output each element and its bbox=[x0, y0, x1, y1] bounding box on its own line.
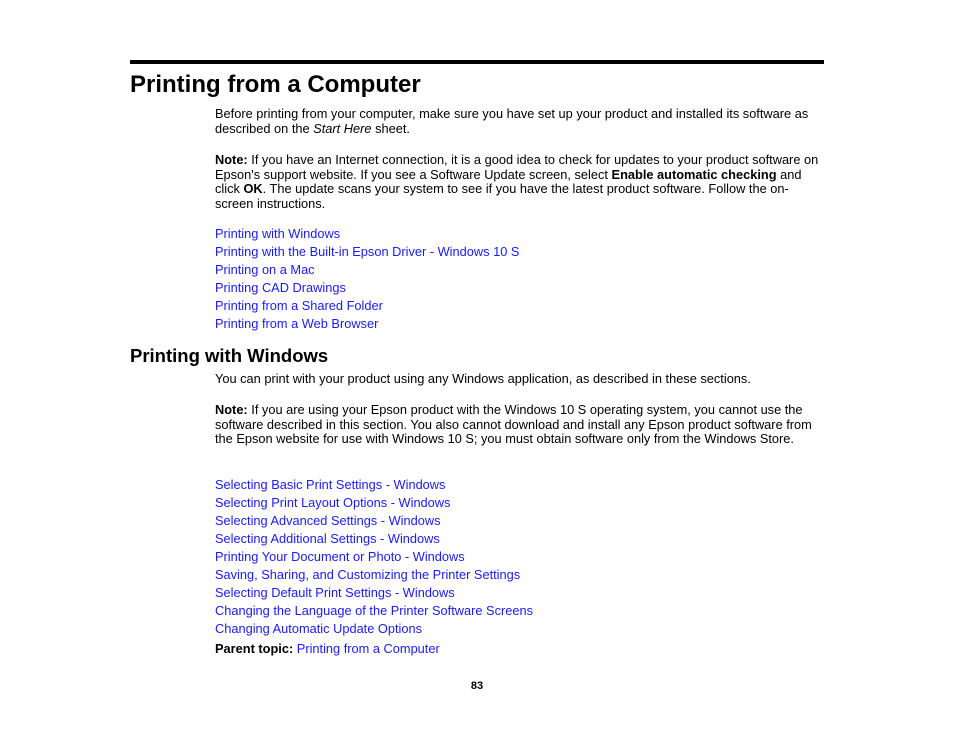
list-item: Selecting Basic Print Settings - Windows bbox=[215, 476, 533, 494]
page-title: Printing from a Computer bbox=[130, 71, 421, 98]
list-item: Saving, Sharing, and Customizing the Pri… bbox=[215, 566, 533, 584]
section-title: Printing with Windows bbox=[130, 345, 329, 366]
link-advanced-settings[interactable]: Selecting Advanced Settings - Windows bbox=[215, 513, 441, 528]
page-number: 83 bbox=[470, 680, 484, 692]
link-default-print-settings[interactable]: Selecting Default Print Settings - Windo… bbox=[215, 585, 455, 600]
list-item: Printing with the Built-in Epson Driver … bbox=[215, 243, 519, 261]
intro-paragraph: Before printing from your computer, make… bbox=[215, 106, 825, 136]
list-item: Printing from a Shared Folder bbox=[215, 297, 519, 315]
link-additional-settings[interactable]: Selecting Additional Settings - Windows bbox=[215, 531, 440, 546]
note-text: If you are using your Epson product with… bbox=[215, 402, 812, 446]
intro-text: Before printing from your computer, make… bbox=[215, 106, 809, 136]
link-printing-cad-drawings[interactable]: Printing CAD Drawings bbox=[215, 280, 346, 295]
list-item: Selecting Advanced Settings - Windows bbox=[215, 512, 533, 530]
link-automatic-update-options[interactable]: Changing Automatic Update Options bbox=[215, 621, 422, 636]
link-saving-sharing-customizing[interactable]: Saving, Sharing, and Customizing the Pri… bbox=[215, 567, 520, 582]
list-item: Selecting Print Layout Options - Windows bbox=[215, 494, 533, 512]
title-rule bbox=[130, 60, 824, 64]
link-web-browser[interactable]: Printing from a Web Browser bbox=[215, 316, 378, 331]
section-links: Selecting Basic Print Settings - Windows… bbox=[215, 476, 533, 638]
link-built-in-driver-windows-10s[interactable]: Printing with the Built-in Epson Driver … bbox=[215, 244, 519, 259]
list-item: Printing CAD Drawings bbox=[215, 279, 519, 297]
start-here-reference: Start Here bbox=[313, 120, 372, 136]
list-item: Changing the Language of the Printer Sof… bbox=[215, 602, 533, 620]
ok-term: OK bbox=[243, 181, 263, 196]
list-item: Printing on a Mac bbox=[215, 261, 519, 279]
link-printing-with-windows[interactable]: Printing with Windows bbox=[215, 226, 340, 241]
parent-topic-label: Parent topic: bbox=[215, 641, 294, 656]
topic-links: Printing with Windows Printing with the … bbox=[215, 225, 519, 333]
intro-text-end: sheet. bbox=[371, 120, 410, 136]
link-shared-folder[interactable]: Printing from a Shared Folder bbox=[215, 298, 383, 313]
note-label: Note: bbox=[215, 152, 248, 167]
link-printing-document-photo[interactable]: Printing Your Document or Photo - Window… bbox=[215, 549, 465, 564]
list-item: Selecting Additional Settings - Windows bbox=[215, 530, 533, 548]
list-item: Selecting Default Print Settings - Windo… bbox=[215, 584, 533, 602]
link-print-layout-options[interactable]: Selecting Print Layout Options - Windows bbox=[215, 495, 450, 510]
list-item: Printing Your Document or Photo - Window… bbox=[215, 548, 533, 566]
section-intro: You can print with your product using an… bbox=[215, 371, 751, 386]
link-changing-language[interactable]: Changing the Language of the Printer Sof… bbox=[215, 603, 533, 618]
note-windows-10s: Note: If you are using your Epson produc… bbox=[215, 402, 825, 447]
note-label: Note: bbox=[215, 402, 248, 417]
list-item: Printing with Windows bbox=[215, 225, 519, 243]
parent-topic: Parent topic: Printing from a Computer bbox=[215, 641, 440, 657]
link-basic-print-settings[interactable]: Selecting Basic Print Settings - Windows bbox=[215, 477, 445, 492]
list-item: Changing Automatic Update Options bbox=[215, 620, 533, 638]
list-item: Printing from a Web Browser bbox=[215, 315, 519, 333]
parent-topic-link[interactable]: Printing from a Computer bbox=[297, 641, 440, 656]
note-update: Note: If you have an Internet connection… bbox=[215, 152, 825, 211]
enable-automatic-checking-term: Enable automatic checking bbox=[611, 166, 777, 182]
link-printing-on-mac[interactable]: Printing on a Mac bbox=[215, 262, 315, 277]
note-text: . The update scans your system to see if… bbox=[215, 181, 789, 211]
